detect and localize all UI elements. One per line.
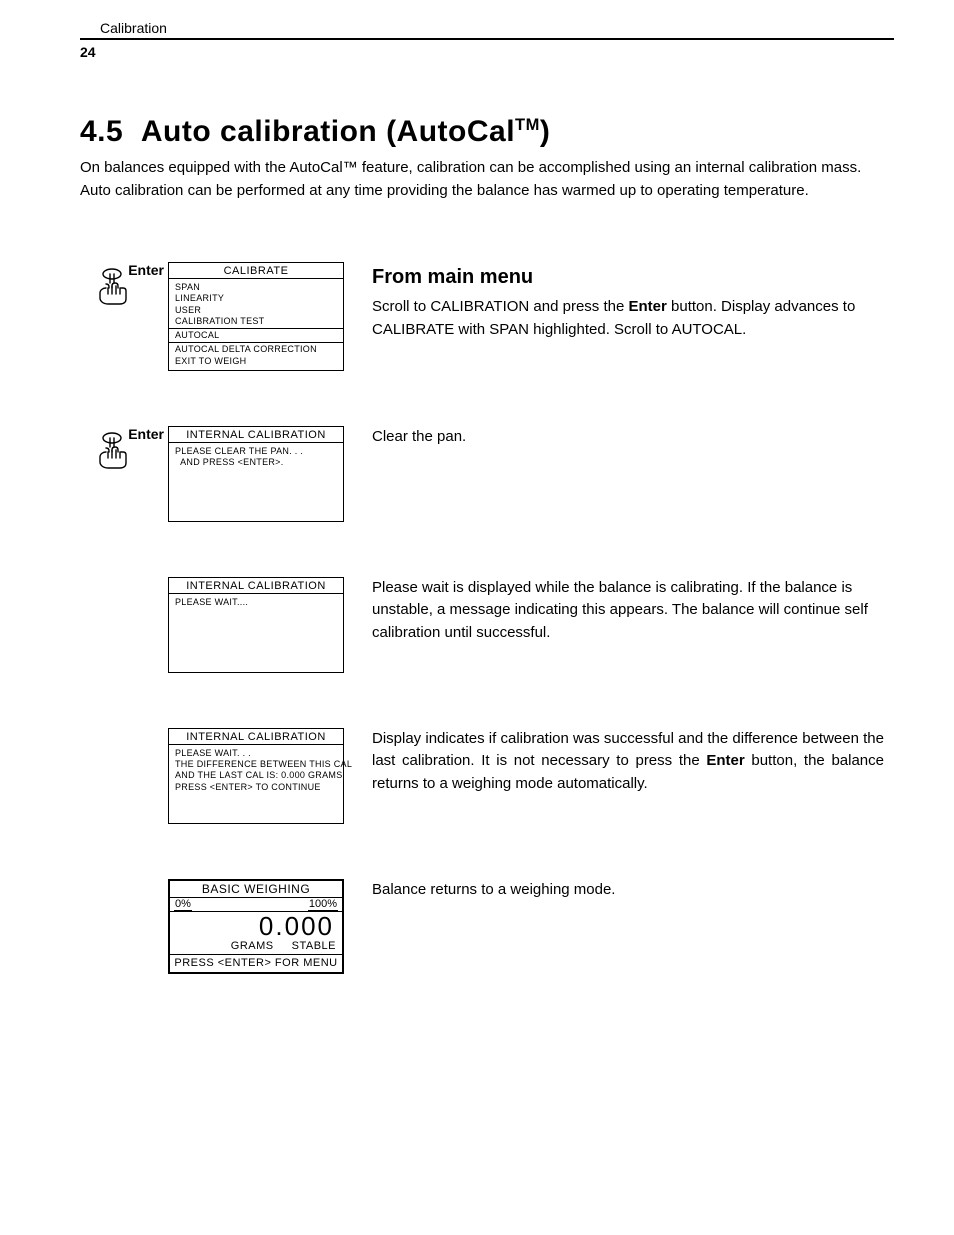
lcd-line: AND THE LAST CAL IS: 0.000 GRAMS	[175, 770, 337, 781]
step-row: Enter CALIBRATESPANLINEARITYUSERCALIBRAT…	[80, 262, 894, 371]
lcd-line: PLEASE WAIT. . .	[175, 748, 337, 759]
lcd-screen: CALIBRATESPANLINEARITYUSERCALIBRATION TE…	[168, 262, 344, 371]
step-display-column: BASIC WEIGHING 0% 100% 0.000 GRAMS STABL…	[168, 879, 344, 975]
lcd-body: PLEASE CLEAR THE PAN. . . AND PRESS <ENT…	[169, 443, 343, 521]
step-paragraph: Display indicates if calibration was suc…	[372, 728, 884, 796]
step-text: Balance returns to a weighing mode.	[354, 879, 894, 902]
lcd-title: CALIBRATE	[169, 263, 343, 279]
lcd-body: PLEASE WAIT. . .THE DIFFERENCE BETWEEN T…	[169, 745, 343, 823]
step-row: INTERNAL CALIBRATION PLEASE WAIT.... Pleas…	[80, 577, 894, 673]
step-display-column: CALIBRATESPANLINEARITYUSERCALIBRATION TE…	[168, 262, 344, 371]
lcd-title: INTERNAL CALIBRATION	[169, 578, 343, 594]
weigh-value: 0.000	[170, 912, 342, 941]
lcd-screen: INTERNAL CALIBRATIONPLEASE CLEAR THE PAN…	[168, 426, 344, 522]
weigh-unit: GRAMS	[231, 940, 274, 952]
lcd-menu-item: AUTOCAL DELTA CORRECTION	[175, 344, 337, 355]
step-paragraph: Clear the pan.	[372, 426, 884, 449]
lcd-screen: INTERNAL CALIBRATIONPLEASE WAIT. . .THE …	[168, 728, 344, 824]
weigh-scale-bar: 0% 100%	[170, 898, 342, 912]
lcd-title: INTERNAL CALIBRATION	[169, 427, 343, 443]
step-text: Clear the pan.	[354, 426, 894, 449]
step-display-column: INTERNAL CALIBRATIONPLEASE WAIT. . .THE …	[168, 728, 344, 824]
step-paragraph: Balance returns to a weighing mode.	[372, 879, 884, 902]
weigh-footer: PRESS <ENTER> FOR MENU	[170, 955, 342, 972]
page-number: 24	[80, 44, 894, 60]
lcd-divider	[169, 328, 343, 329]
lcd-menu-item: EXIT TO WEIGH	[175, 356, 337, 367]
enter-label: Enter	[128, 426, 164, 442]
section-number: 4.5	[80, 115, 123, 148]
step-text: Display indicates if calibration was suc…	[354, 728, 894, 796]
running-head: Calibration	[80, 20, 894, 38]
weigh-status: STABLE	[292, 940, 336, 952]
step-display-column: INTERNAL CALIBRATION PLEASE WAIT....	[168, 577, 344, 673]
step-text: From main menu Scroll to CALIBRATION and …	[354, 262, 894, 341]
step-paragraph: Please wait is displayed while the balan…	[372, 577, 884, 645]
lcd-line: PLEASE WAIT....	[175, 597, 337, 608]
step-icon-column: Enter	[80, 426, 158, 475]
weigh-units-row: GRAMS STABLE	[170, 940, 342, 955]
lcd-menu-item: USER	[175, 305, 337, 316]
lcd-line: PRESS <ENTER> TO CONTINUE	[175, 782, 337, 793]
step-paragraph: Scroll to CALIBRATION and press the Ente…	[372, 296, 884, 341]
lcd-body: PLEASE WAIT....	[169, 594, 343, 672]
lcd-body: SPANLINEARITYUSERCALIBRATION TEST AUTOCAL…	[169, 279, 343, 370]
intro-paragraph: On balances equipped with the AutoCal™ f…	[80, 157, 894, 202]
step-display-column: INTERNAL CALIBRATIONPLEASE CLEAR THE PAN…	[168, 426, 344, 522]
weigh-title: BASIC WEIGHING	[170, 881, 342, 898]
section-title: 4.5 Auto calibration (AutoCalTM)	[80, 115, 894, 149]
step-row: BASIC WEIGHING 0% 100% 0.000 GRAMS STABL…	[80, 879, 894, 975]
lcd-divider	[169, 342, 343, 343]
lcd-line: PLEASE CLEAR THE PAN. . .	[175, 446, 337, 457]
lcd-line: THE DIFFERENCE BETWEEN THIS CAL	[175, 759, 337, 770]
trademark-symbol: TM	[515, 116, 540, 134]
weigh-scale-left: 0%	[174, 898, 192, 911]
lcd-menu-item: LINEARITY	[175, 293, 337, 304]
weighing-display: BASIC WEIGHING 0% 100% 0.000 GRAMS STABL…	[168, 879, 344, 975]
lcd-menu-item: SPAN	[175, 282, 337, 293]
lcd-line: AND PRESS <ENTER>.	[175, 457, 337, 468]
step-icon-column: Enter	[80, 262, 158, 311]
lcd-menu-item: AUTOCAL	[175, 330, 337, 341]
step-row: INTERNAL CALIBRATIONPLEASE WAIT. . .THE …	[80, 728, 894, 824]
lcd-menu-item: CALIBRATION TEST	[175, 316, 337, 327]
weigh-scale-right: 100%	[308, 898, 338, 911]
step-row: Enter INTERNAL CALIBRATIONPLEASE CLEAR T…	[80, 426, 894, 522]
header-rule	[80, 38, 894, 40]
section-text-post: )	[540, 115, 551, 148]
enter-label: Enter	[128, 262, 164, 278]
step-subhead: From main menu	[372, 262, 884, 292]
step-text: Please wait is displayed while the balan…	[354, 577, 894, 645]
section-text-pre: Auto calibration (AutoCal	[141, 115, 515, 148]
lcd-screen: INTERNAL CALIBRATION PLEASE WAIT....	[168, 577, 344, 673]
lcd-title: INTERNAL CALIBRATION	[169, 729, 343, 745]
